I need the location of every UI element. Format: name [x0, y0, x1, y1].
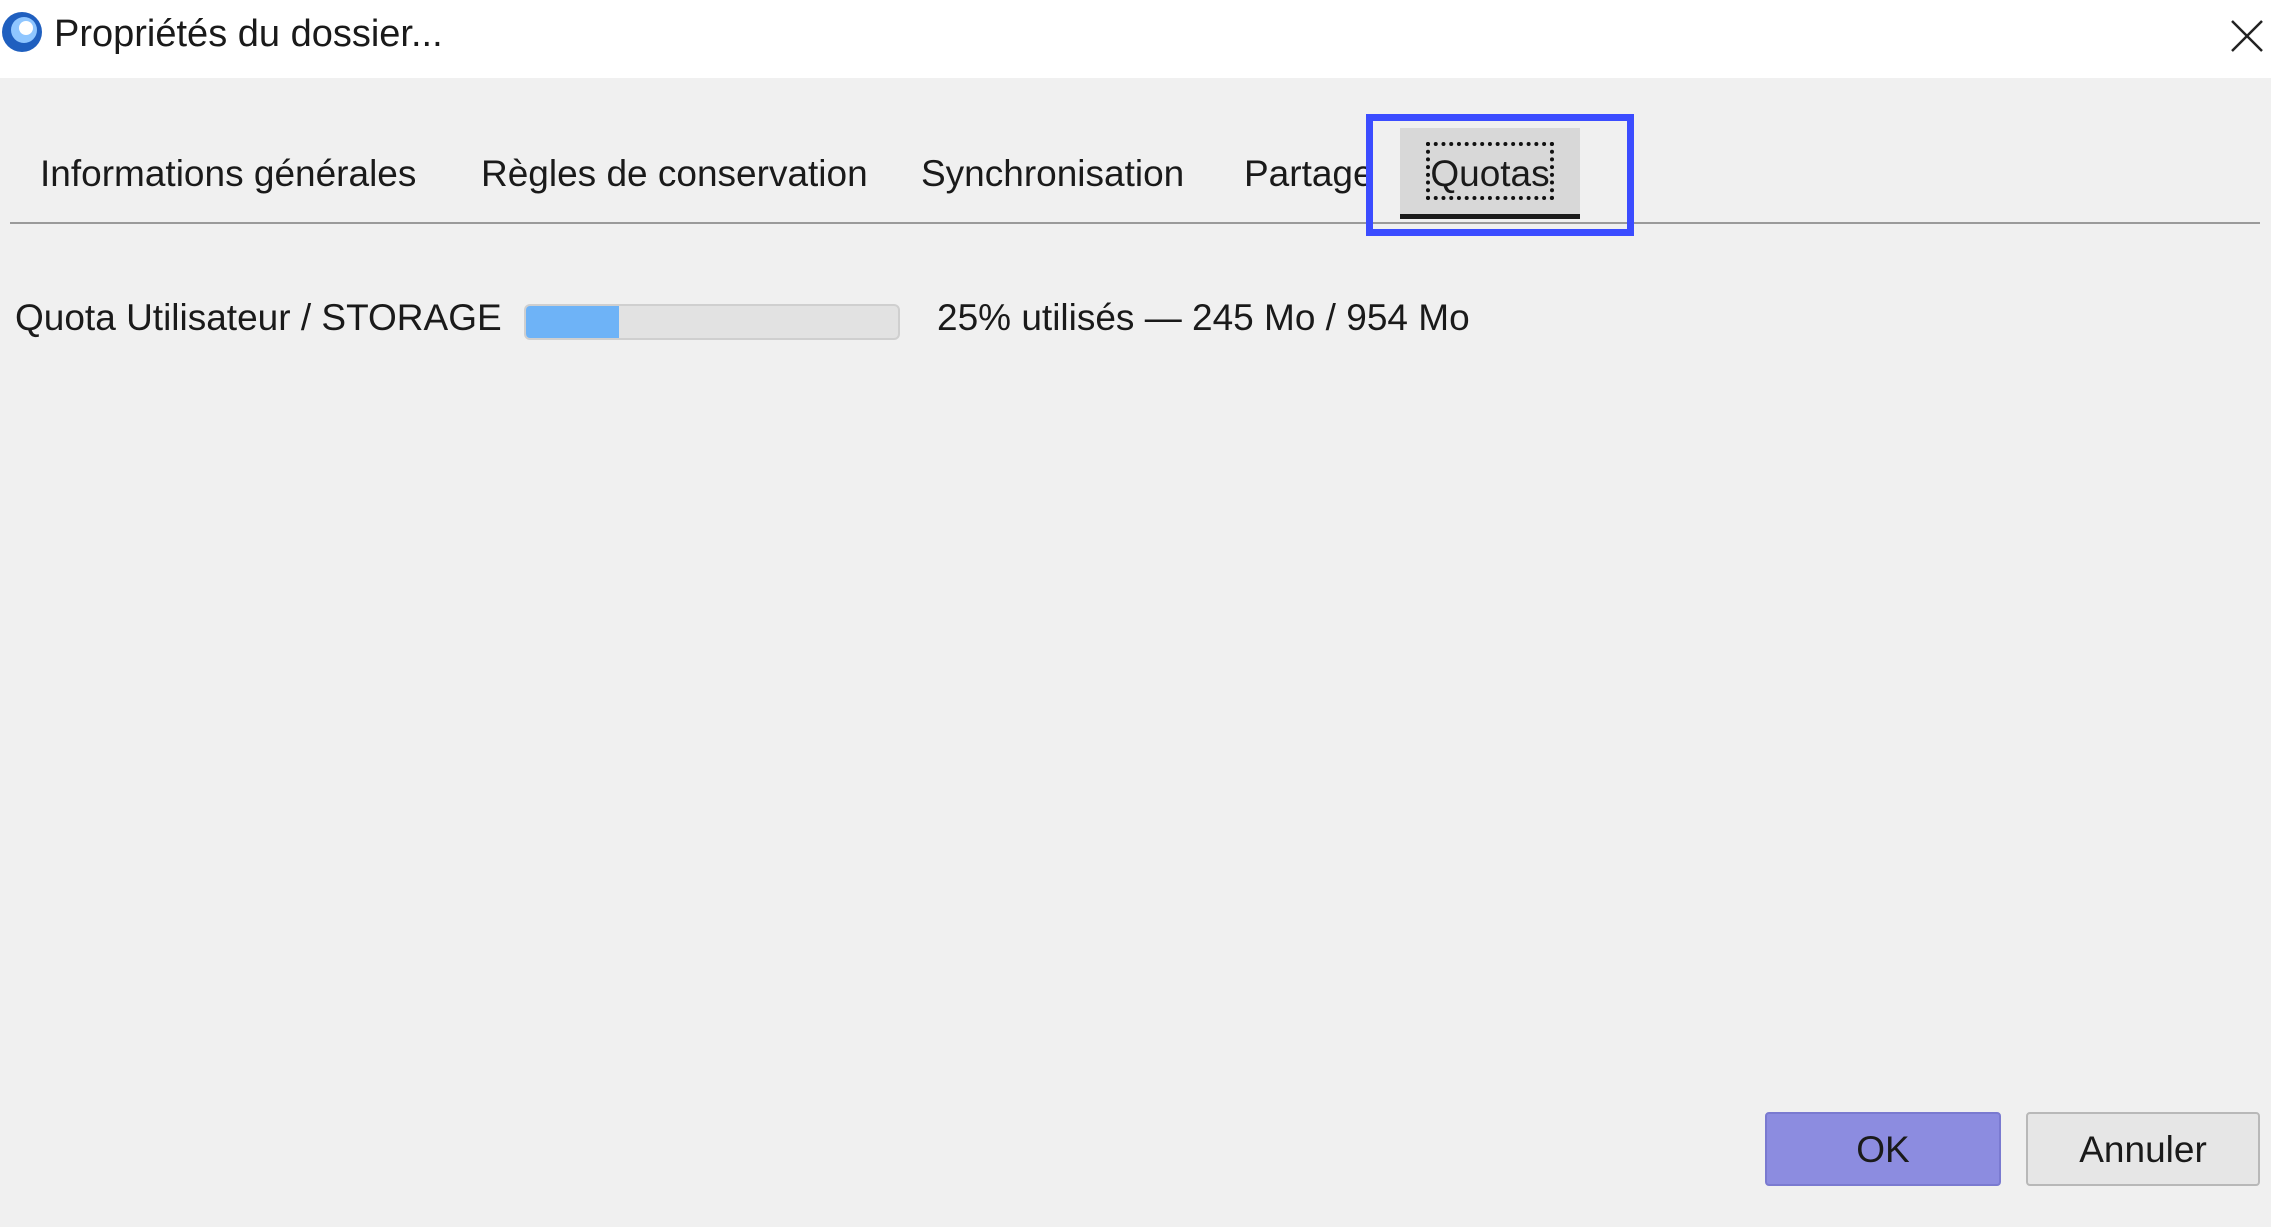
close-icon [2230, 20, 2263, 52]
tab-strip: Informations générales Règles de conserv… [10, 124, 2260, 224]
quota-progress-bar [524, 304, 900, 340]
tab-synchronisation[interactable]: Synchronisation [921, 124, 1184, 224]
folder-properties-dialog: Propriétés du dossier... Informations gé… [0, 0, 2271, 1227]
close-button[interactable] [2222, 6, 2271, 66]
window-title: Propriétés du dossier... [54, 13, 443, 55]
tab-regles-de-conservation[interactable]: Règles de conservation [481, 124, 868, 224]
tab-informations-generales[interactable]: Informations générales [40, 124, 416, 224]
tab-quotas[interactable]: Quotas [1400, 124, 1580, 224]
quota-usage-text: 25% utilisés — 245 Mo / 954 Mo [937, 297, 1470, 338]
title-bar: Propriétés du dossier... [0, 0, 2271, 78]
ok-button[interactable]: OK [1765, 1112, 2001, 1186]
thunderbird-icon [2, 12, 42, 52]
cancel-button[interactable]: Annuler [2026, 1112, 2260, 1186]
quota-label: Quota Utilisateur / STORAGE [15, 297, 502, 338]
quota-progress-fill [526, 306, 619, 338]
tab-partage[interactable]: Partage [1244, 124, 1374, 224]
